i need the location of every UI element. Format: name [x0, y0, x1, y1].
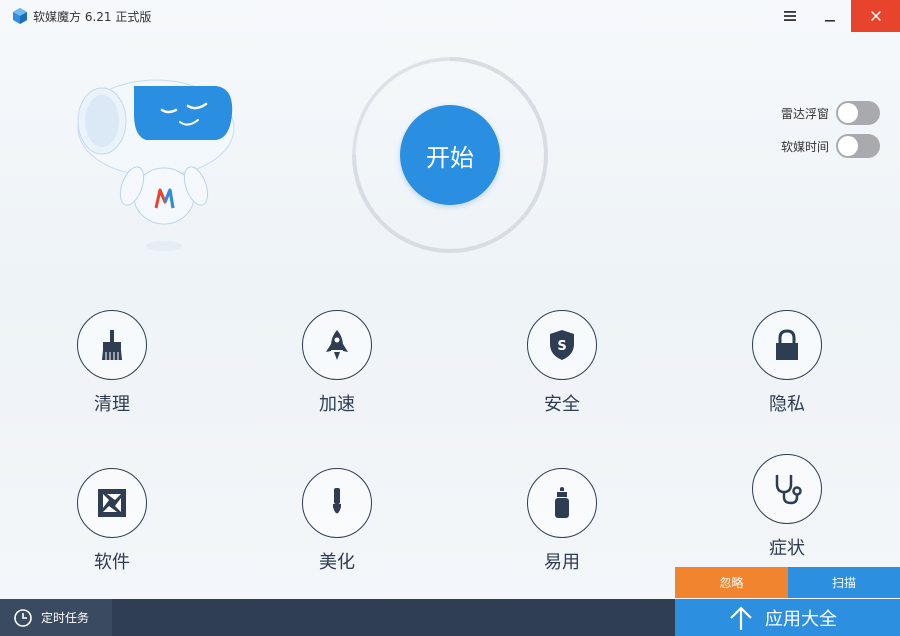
lock-icon	[776, 329, 798, 360]
timer-task-button[interactable]: 定时任务	[0, 599, 112, 636]
tile-circle	[77, 310, 147, 380]
tile-software[interactable]: 软件	[57, 468, 167, 588]
toggle-knob	[838, 103, 858, 123]
toggle-row-time: 软媒时间	[770, 134, 882, 158]
bottle-icon	[555, 487, 569, 518]
tile-circle	[77, 468, 147, 538]
tile-circle	[752, 310, 822, 380]
paintbrush-icon	[333, 488, 341, 514]
aperture-icon	[98, 489, 126, 517]
tile-circle	[752, 454, 822, 524]
tile-security[interactable]: S 安全	[507, 310, 617, 430]
timer-task-label: 定时任务	[41, 611, 90, 625]
arrow-up-icon	[730, 605, 752, 630]
shield-icon: S	[550, 330, 574, 360]
tile-privacy[interactable]: 隐私	[732, 310, 842, 430]
tile-speedup[interactable]: 加速	[282, 310, 392, 430]
close-icon	[870, 10, 881, 22]
tile-circle	[527, 468, 597, 538]
radar-window-toggle[interactable]	[836, 101, 880, 125]
start-button[interactable]: 开始	[400, 105, 500, 205]
main-window: 软媒魔方 6.21 正式版 开始 雷达浮窗 软媒时间 清理 加速 S 安全 隐私…	[0, 0, 900, 636]
tile-label: 安全	[544, 394, 580, 415]
app-store-label: 应用大全	[765, 608, 837, 630]
scan-button[interactable]: 扫描	[788, 567, 900, 598]
title-bar[interactable]: 软媒魔方 6.21 正式版	[0, 0, 900, 32]
tile-usability[interactable]: 易用	[507, 468, 617, 588]
tile-circle: S	[527, 310, 597, 380]
close-button[interactable]	[851, 0, 900, 32]
minimize-icon	[825, 20, 835, 22]
ruanmei-time-toggle[interactable]	[836, 134, 880, 158]
tile-symptom[interactable]: 症状	[732, 454, 842, 574]
tile-clean[interactable]: 清理	[57, 310, 167, 430]
tile-label: 软件	[94, 552, 130, 573]
rocket-icon	[326, 330, 348, 360]
app-store-button[interactable]: 应用大全	[675, 599, 900, 636]
tile-label: 美化	[319, 552, 355, 573]
tile-label: 清理	[94, 394, 130, 415]
tile-label: 隐私	[769, 394, 805, 415]
minimize-button[interactable]	[810, 0, 850, 32]
tile-label: 加速	[319, 394, 355, 415]
menu-button[interactable]	[770, 0, 810, 32]
tile-label: 症状	[769, 538, 805, 559]
hamburger-icon	[784, 11, 796, 21]
tile-beautify[interactable]: 美化	[282, 468, 392, 588]
toggle-knob	[838, 136, 858, 156]
clock-icon	[14, 608, 32, 627]
robot-mascot-icon	[77, 79, 235, 251]
footer-bar: 定时任务 应用大全	[0, 599, 900, 636]
toggle-row-radar: 雷达浮窗	[770, 101, 882, 125]
tile-label: 易用	[544, 552, 580, 573]
app-logo-icon	[13, 8, 27, 24]
svg-text:S: S	[557, 339, 566, 354]
tile-circle	[302, 310, 372, 380]
stethoscope-icon	[775, 475, 802, 505]
brush-icon	[102, 330, 122, 360]
tile-circle	[302, 468, 372, 538]
window-title: 软媒魔方 6.21 正式版	[33, 10, 152, 24]
ignore-button[interactable]: 忽略	[675, 567, 788, 598]
